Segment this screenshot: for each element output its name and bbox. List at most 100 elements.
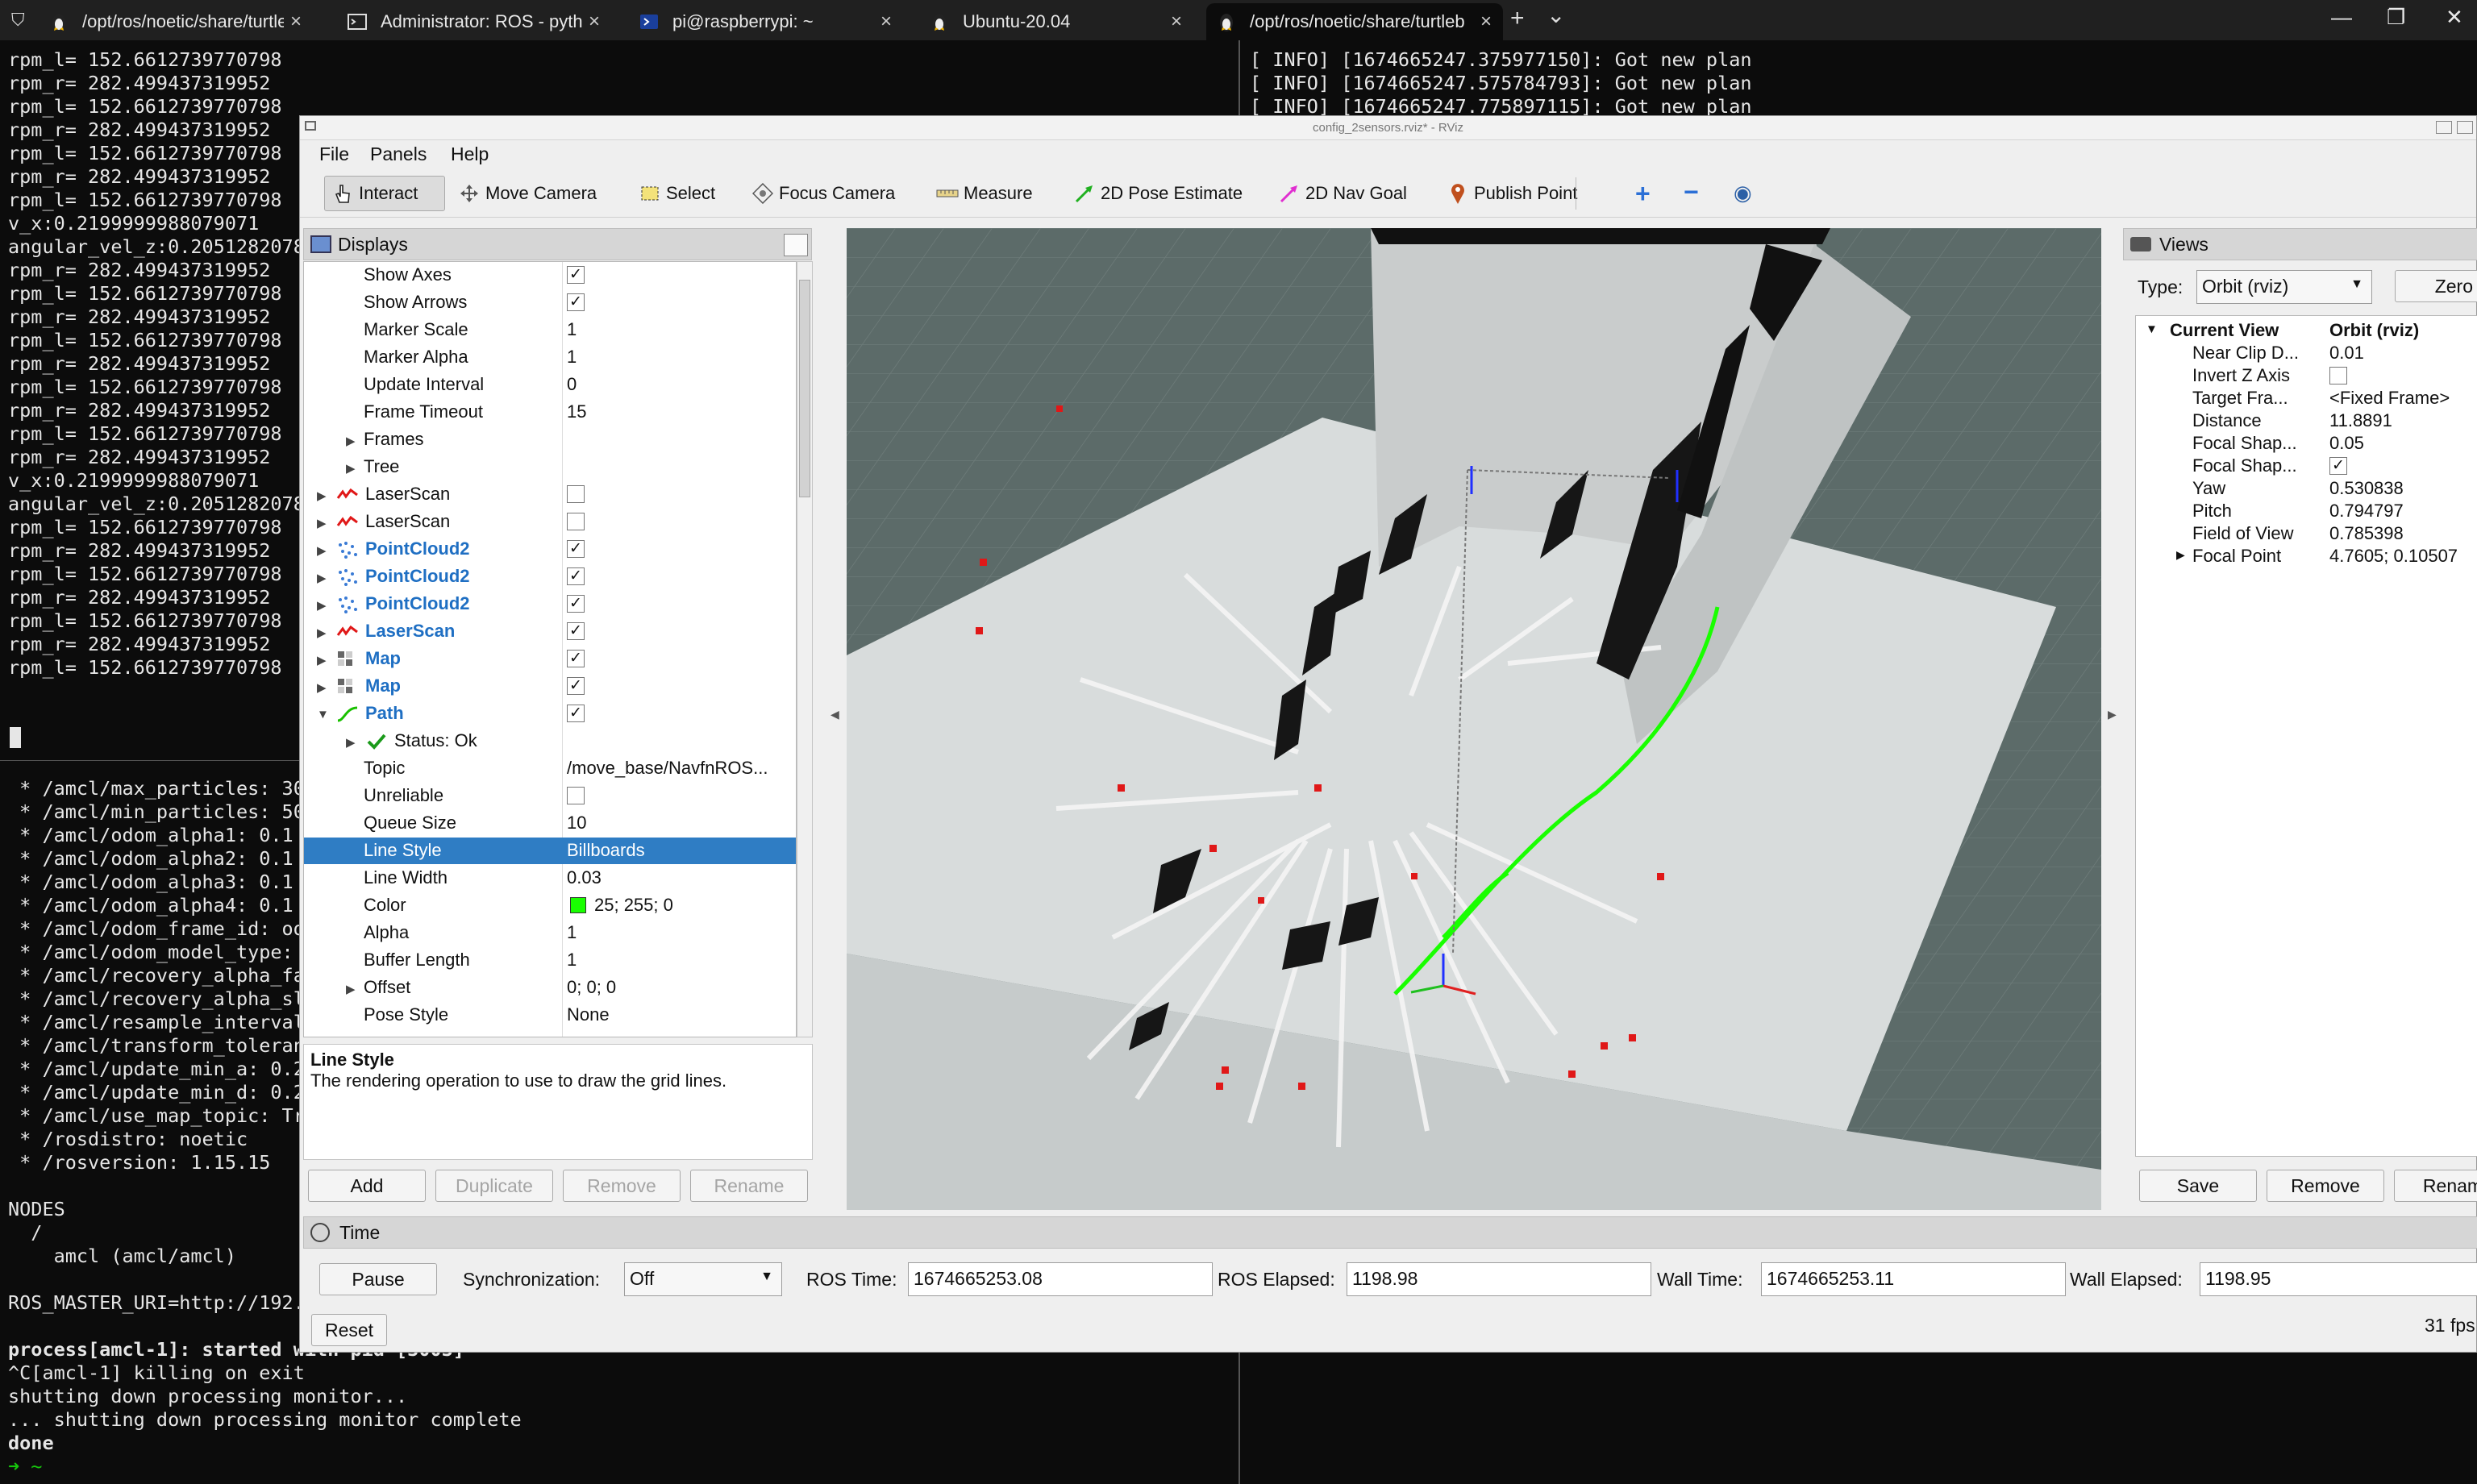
- view-prop-checkbox[interactable]: [2329, 367, 2347, 385]
- display-row-show-arrows[interactable]: Show Arrows ✓: [304, 289, 796, 316]
- terminal-pane-right[interactable]: [ INFO] [1674665247.375977150]: Got new …: [1250, 48, 2459, 121]
- display-row-laserscan[interactable]: ▶ LaserScan ✓: [304, 618, 796, 645]
- tab-5[interactable]: /opt/ros/noetic/share/turtleb ×: [1206, 3, 1503, 40]
- menu-file[interactable]: File: [319, 143, 349, 165]
- display-row-offset[interactable]: ▶ Offset 0; 0; 0: [304, 975, 796, 1001]
- display-row-topic[interactable]: Topic/move_base/NavfnROS...: [304, 755, 796, 782]
- expand-arrow-icon[interactable]: ▶: [317, 598, 327, 613]
- tool-publish-point[interactable]: Publish Point: [1440, 176, 1584, 211]
- save-view-button[interactable]: Save: [2139, 1170, 2257, 1202]
- collapse-right-arrow[interactable]: ▶: [2108, 708, 2117, 721]
- collapse-left-arrow[interactable]: ◀: [831, 708, 839, 721]
- remove-tool-icon[interactable]: −: [1684, 177, 1699, 207]
- display-checkbox[interactable]: ✓: [567, 595, 585, 613]
- tab-3[interactable]: pi@raspberrypi: ~ ×: [629, 3, 903, 40]
- display-row-pointcloud2[interactable]: ▶ PointCloud2 ✓: [304, 591, 796, 617]
- rviz-maximize-button[interactable]: [2457, 121, 2473, 134]
- tab-1[interactable]: /opt/ros/noetic/share/turtlebc ×: [39, 3, 313, 40]
- rename-button[interactable]: Rename: [690, 1170, 808, 1202]
- display-row-status-ok[interactable]: ▶ Status: Ok: [304, 728, 796, 754]
- remove-view-button[interactable]: Remove: [2267, 1170, 2384, 1202]
- tool-select[interactable]: Select: [632, 176, 722, 211]
- view-prop-checkbox[interactable]: ✓: [2329, 457, 2347, 475]
- close-tab-icon[interactable]: ×: [290, 10, 302, 33]
- display-row-alpha[interactable]: Alpha 1: [304, 920, 796, 946]
- display-row-color[interactable]: Color 25; 255; 0: [304, 892, 796, 919]
- display-row-update-interval[interactable]: Update Interval 0: [304, 372, 796, 398]
- add-button[interactable]: Add: [308, 1170, 426, 1202]
- display-checkbox[interactable]: [567, 513, 585, 530]
- close-tab-icon[interactable]: ×: [589, 10, 600, 33]
- wall-time-field[interactable]: 1674665253.11: [1761, 1262, 2066, 1296]
- close-tab-icon[interactable]: ×: [1171, 10, 1182, 33]
- tool-2d-pose-estimate[interactable]: 2D Pose Estimate: [1067, 176, 1249, 211]
- display-row-frame-timeout[interactable]: Frame Timeout 15: [304, 399, 796, 426]
- tab-dropdown-button[interactable]: ⌄: [1547, 2, 1565, 28]
- display-row-unreliable[interactable]: Unreliable: [304, 783, 796, 809]
- expand-arrow-icon[interactable]: ▶: [317, 653, 327, 667]
- rename-view-button[interactable]: Renam: [2394, 1170, 2477, 1202]
- tab-4[interactable]: Ubuntu-20.04 ×: [919, 3, 1193, 40]
- sync-select[interactable]: Off ▼: [624, 1262, 782, 1296]
- view-prop-row[interactable]: Pitch 0.794797: [2136, 500, 2477, 522]
- terminal-pane-tail[interactable]: process[amcl-1]: started with pid [3003]…: [8, 1338, 621, 1483]
- display-checkbox[interactable]: ✓: [567, 650, 585, 667]
- display-row-marker-scale[interactable]: Marker Scale 1: [304, 317, 796, 343]
- close-tab-icon[interactable]: ×: [1480, 10, 1492, 33]
- tool-interact[interactable]: Interact: [324, 176, 445, 211]
- display-row-pose-style[interactable]: Pose Style None: [304, 1002, 796, 1029]
- maximize-button[interactable]: ❐: [2387, 5, 2405, 30]
- display-row-pointcloud2[interactable]: ▶ PointCloud2 ✓: [304, 536, 796, 563]
- expand-arrow-icon[interactable]: ▶: [317, 626, 327, 640]
- view-prop-row[interactable]: Focal Shap... ✓: [2136, 455, 2477, 477]
- tool-2d-nav-goal[interactable]: 2D Nav Goal: [1272, 176, 1413, 211]
- displays-undock-button[interactable]: [784, 234, 808, 256]
- display-checkbox[interactable]: ✓: [567, 540, 585, 558]
- displays-scrollbar[interactable]: [797, 261, 813, 1037]
- eye-icon[interactable]: ◉: [1734, 181, 1752, 206]
- view-prop-row[interactable]: Focal Shap... 0.05: [2136, 432, 2477, 455]
- display-row-buffer-length[interactable]: Buffer Length 1: [304, 947, 796, 974]
- display-row-map[interactable]: ▶ Map ✓: [304, 646, 796, 672]
- display-row-line-width[interactable]: Line Width 0.03: [304, 865, 796, 892]
- display-row-frames[interactable]: ▶ Frames: [304, 426, 796, 453]
- tool-move-camera[interactable]: Move Camera: [452, 176, 603, 211]
- display-row-pointcloud2[interactable]: ▶ PointCloud2 ✓: [304, 563, 796, 590]
- display-row-queue-size[interactable]: Queue Size 10: [304, 810, 796, 837]
- display-row-show-axes[interactable]: Show Axes ✓: [304, 262, 796, 289]
- display-checkbox[interactable]: ✓: [567, 677, 585, 695]
- display-checkbox[interactable]: ✓: [567, 622, 585, 640]
- expand-arrow-icon[interactable]: ▶: [346, 735, 356, 750]
- expand-arrow-icon[interactable]: ▶: [317, 516, 327, 530]
- tool-measure[interactable]: Measure: [930, 176, 1039, 211]
- expand-arrow-icon[interactable]: ▶: [317, 571, 327, 585]
- scrollbar-thumb[interactable]: [799, 280, 810, 497]
- display-row-line-style[interactable]: Line Style Billboards: [304, 838, 796, 864]
- duplicate-button[interactable]: Duplicate: [435, 1170, 553, 1202]
- 3d-viewport[interactable]: [847, 228, 2101, 1210]
- view-prop-row[interactable]: Yaw 0.530838: [2136, 477, 2477, 500]
- display-checkbox[interactable]: [567, 485, 585, 503]
- display-row-laserscan[interactable]: ▶ LaserScan: [304, 481, 796, 508]
- expand-arrow-icon[interactable]: ▶: [317, 488, 327, 503]
- close-window-button[interactable]: ✕: [2446, 5, 2463, 30]
- rviz-minimize-button[interactable]: [2436, 121, 2452, 134]
- pause-button[interactable]: Pause: [319, 1263, 437, 1295]
- expand-arrow-icon[interactable]: ▶: [346, 434, 356, 448]
- view-prop-row[interactable]: Distance 11.8891: [2136, 409, 2477, 432]
- display-checkbox[interactable]: ✓: [567, 266, 585, 284]
- menu-panels[interactable]: Panels: [370, 143, 427, 165]
- ros-elapsed-field[interactable]: 1198.98: [1347, 1262, 1651, 1296]
- minimize-button[interactable]: —: [2331, 5, 2352, 30]
- wall-elapsed-field[interactable]: 1198.95: [2200, 1262, 2477, 1296]
- add-tool-icon[interactable]: +: [1635, 179, 1651, 209]
- shell-prompt[interactable]: ➜ ~: [8, 1455, 621, 1478]
- expand-arrow-icon[interactable]: ▶: [317, 680, 327, 695]
- view-prop-row[interactable]: ▶ Focal Point 4.7605; 0.10507: [2136, 545, 2477, 567]
- view-prop-row[interactable]: Near Clip D... 0.01: [2136, 342, 2477, 364]
- display-row-laserscan[interactable]: ▶ LaserScan: [304, 509, 796, 535]
- zero-button[interactable]: Zero: [2395, 270, 2477, 302]
- expand-arrow-icon[interactable]: ▶: [346, 461, 356, 476]
- view-prop-row[interactable]: Invert Z Axis: [2136, 364, 2477, 387]
- ros-time-field[interactable]: 1674665253.08: [908, 1262, 1213, 1296]
